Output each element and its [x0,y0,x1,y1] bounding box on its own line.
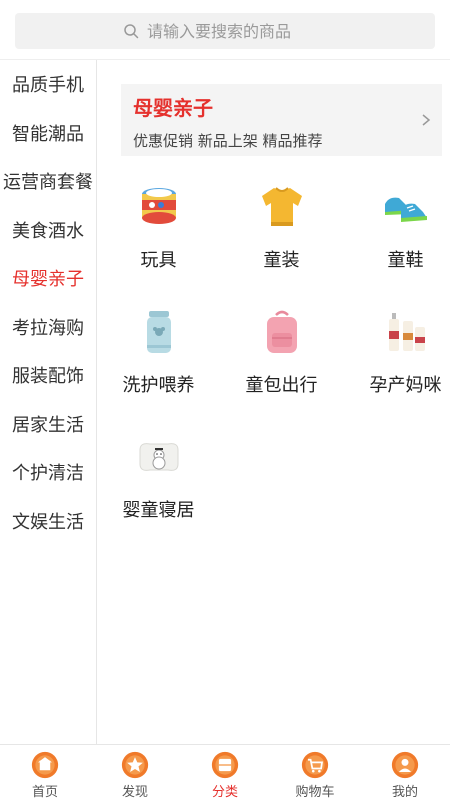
tab-home[interactable]: 首页 [0,745,90,800]
baby-bottle-icon [147,311,171,353]
subcategory-kids-clothing[interactable]: 童装 [223,170,340,295]
chevron-right-icon [422,114,431,126]
category-banner[interactable]: 母婴亲子 优惠促销 新品上架 精品推荐 [121,84,442,156]
tab-category[interactable]: 分类 [180,745,270,800]
banner-title: 母婴亲子 [133,96,213,120]
tab-cart[interactable]: 购物车 [270,745,360,800]
kids-backpack-icon [267,310,297,353]
profile-icon [391,751,419,779]
tab-label: 购物车 [295,785,335,800]
subcategory-label: 玩具 [140,250,177,271]
subcategory-label: 洗护喂养 [122,375,195,396]
kids-sweater-icon [262,187,302,226]
subcategory-label: 孕产妈咪 [369,375,442,396]
home-icon [31,751,59,779]
subcategory-toys[interactable]: 玩具 [100,170,217,295]
tab-label: 分类 [211,785,238,800]
sidebar-item-carrier-plans[interactable]: 运营商套餐 [0,157,96,206]
tab-label: 首页 [31,785,58,800]
banner-subtitle: 优惠促销 新品上架 精品推荐 [133,132,323,150]
subcategory-maternity[interactable]: 孕产妈咪 [347,295,450,420]
search-icon [124,24,139,39]
maternity-lotion-icon [389,313,425,351]
search-box[interactable] [15,13,435,49]
sidebar-item-entertainment[interactable]: 文娱生活 [0,497,96,546]
baby-pillow-icon [139,443,179,471]
tab-discover[interactable]: 发现 [90,745,180,800]
category-sidebar: 品质手机 智能潮品 运营商套餐 美食酒水 母婴亲子 考拉海购 服装配饰 居家生活… [0,60,97,744]
subcategory-label: 婴童寝居 [122,500,195,521]
category-icon [211,751,239,779]
search-input[interactable] [147,21,327,41]
subcategory-bags-travel[interactable]: 童包出行 [223,295,340,420]
subcategory-kids-shoes[interactable]: 童鞋 [347,170,450,295]
sidebar-item-kaola[interactable]: 考拉海购 [0,303,96,352]
sidebar-item-home-living[interactable]: 居家生活 [0,400,96,449]
tab-label: 发现 [121,785,148,800]
search-bar [0,0,450,60]
bottom-tab-bar: 首页 发现 分类 购物车 我的 [0,744,450,800]
subcategory-bathing-feeding[interactable]: 洗护喂养 [100,295,217,420]
tab-label: 我的 [391,785,418,800]
sidebar-item-phones[interactable]: 品质手机 [0,60,96,109]
subcategory-label: 童装 [263,250,300,271]
toy-drum-icon [142,188,176,224]
subcategory-label: 童包出行 [245,375,318,396]
subcategory-label: 童鞋 [387,250,424,271]
sidebar-item-mother-baby[interactable]: 母婴亲子 [0,254,96,303]
category-content: 母婴亲子 优惠促销 新品上架 精品推荐 玩具 童装 童鞋 洗护喂养 童包出行 孕… [98,60,450,744]
kids-shoes-icon [385,197,427,222]
tab-profile[interactable]: 我的 [360,745,450,800]
star-icon [121,751,149,779]
sidebar-item-personal-care[interactable]: 个护清洁 [0,448,96,497]
sidebar-item-apparel[interactable]: 服装配饰 [0,351,96,400]
sidebar-item-smart[interactable]: 智能潮品 [0,109,96,158]
subcategory-baby-bedding[interactable]: 婴童寝居 [100,420,217,545]
cart-icon [301,751,329,779]
sidebar-item-food-drinks[interactable]: 美食酒水 [0,206,96,255]
